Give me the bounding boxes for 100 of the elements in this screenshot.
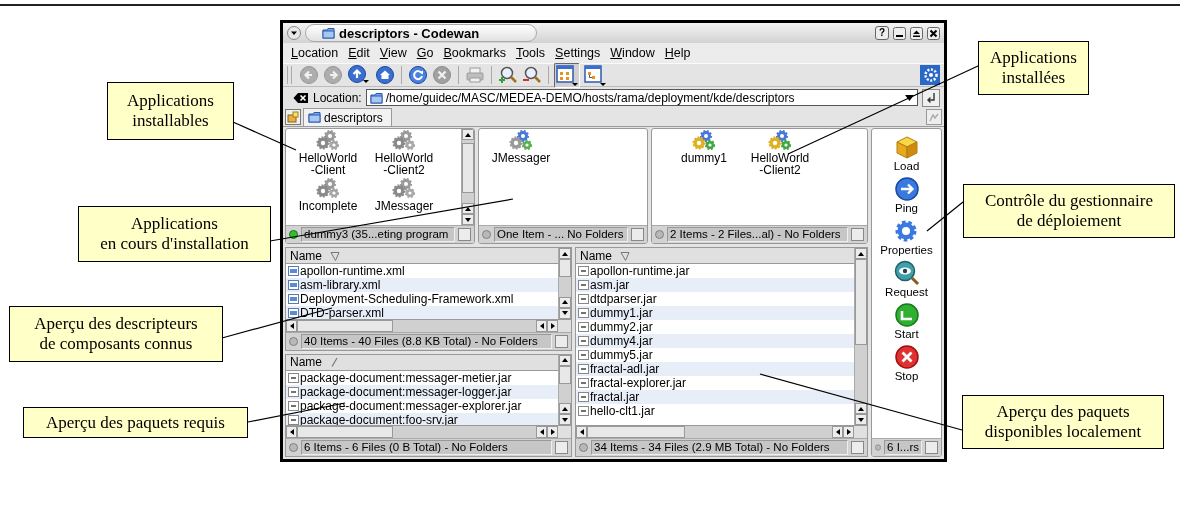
menu-item[interactable]: Tools bbox=[510, 46, 551, 60]
column-header[interactable]: Name bbox=[286, 248, 558, 264]
vertical-scrollbar[interactable] bbox=[558, 248, 571, 319]
scrollbar-corner bbox=[854, 426, 867, 438]
file-row[interactable]: dummy1.jar bbox=[576, 306, 854, 320]
status-text: 34 Items - 34 Files (2.9 MB Total) - No Folders bbox=[591, 440, 848, 455]
app-item[interactable]: HelloWorld -Client2 bbox=[366, 129, 442, 177]
properties-button[interactable]: Properties bbox=[880, 218, 933, 257]
start-button[interactable]: Start bbox=[893, 302, 920, 341]
file-row[interactable]: package-document:messager-metier.jar bbox=[286, 370, 558, 385]
folder-icon bbox=[369, 91, 383, 104]
file-row[interactable]: fractal-adl.jar bbox=[576, 362, 854, 376]
load-button[interactable]: Load bbox=[893, 134, 920, 173]
callout: Aperçu des descripteurs de composants connus bbox=[9, 306, 223, 362]
ping-button[interactable]: Ping bbox=[893, 176, 920, 215]
horizontal-scrollbar[interactable] bbox=[286, 426, 558, 438]
status-text: One Item - ... No Folders bbox=[494, 227, 628, 242]
file-row[interactable]: apollon-runtime.jar bbox=[576, 264, 854, 278]
scrollbar-corner bbox=[558, 426, 571, 438]
close-icon[interactable] bbox=[927, 26, 940, 40]
file-row[interactable]: hello-clt1.jar bbox=[576, 404, 854, 418]
file-row[interactable]: package-document:messager-logger.jar bbox=[286, 384, 558, 399]
file-row[interactable]: apollon-runtime.xml bbox=[286, 264, 558, 278]
scrollbar-corner bbox=[558, 319, 571, 332]
icon-view-icon[interactable] bbox=[554, 62, 580, 88]
file-row[interactable]: dtdparser.jar bbox=[576, 292, 854, 306]
status-text: 40 Items - 40 Files (8.8 KB Total) - No Folders bbox=[301, 333, 552, 349]
file-icon bbox=[288, 385, 299, 398]
logo-icon[interactable] bbox=[920, 65, 940, 85]
reload-icon[interactable] bbox=[407, 64, 429, 86]
menu-item[interactable]: Location bbox=[286, 46, 344, 60]
link-checkbox[interactable] bbox=[555, 441, 568, 454]
file-row[interactable]: fractal-explorer.jar bbox=[576, 376, 854, 390]
app-item[interactable]: dummy1 bbox=[666, 129, 742, 177]
horizontal-scrollbar[interactable] bbox=[576, 426, 854, 438]
location-field[interactable]: /home/guidec/MASC/MEDEA-DEMO/hosts/rama/deployment/kde/descriptors bbox=[365, 89, 918, 106]
vertical-scrollbar[interactable] bbox=[854, 248, 867, 425]
file-row[interactable]: asm.jar bbox=[576, 278, 854, 292]
menu-item[interactable]: Go bbox=[411, 46, 439, 60]
app-item[interactable]: HelloWorld -Client2 bbox=[742, 129, 818, 177]
file-icon bbox=[288, 371, 299, 384]
location-label: Location: bbox=[313, 90, 362, 105]
gears-icon bbox=[391, 177, 417, 199]
callout: Contrôle du gestionnaire de déploiement bbox=[963, 184, 1175, 238]
stop-button[interactable]: Stop bbox=[893, 344, 920, 383]
file-row[interactable]: dummy5.jar bbox=[576, 348, 854, 362]
link-checkbox[interactable] bbox=[851, 441, 864, 454]
app-item[interactable]: JMessager bbox=[366, 177, 442, 225]
clear-field-icon[interactable] bbox=[293, 91, 309, 104]
vertical-scrollbar[interactable] bbox=[461, 129, 474, 225]
status-text: 2 Items - 2 Files...al) - No Folders bbox=[667, 227, 848, 242]
file-icon bbox=[578, 391, 589, 403]
link-checkbox[interactable] bbox=[555, 334, 568, 348]
file-icon bbox=[578, 349, 589, 361]
request-button[interactable]: Request bbox=[885, 260, 928, 299]
app-item[interactable]: JMessager bbox=[483, 129, 559, 177]
column-header[interactable]: Name bbox=[576, 248, 854, 264]
file-row[interactable]: dummy2.jar bbox=[576, 320, 854, 334]
callout: Applications installées bbox=[978, 41, 1089, 95]
file-row[interactable]: fractal.jar bbox=[576, 390, 854, 404]
horizontal-scrollbar[interactable] bbox=[286, 319, 558, 332]
maximize-icon[interactable] bbox=[910, 26, 923, 40]
minimize-icon[interactable] bbox=[893, 26, 906, 40]
dropdown-arrow-icon[interactable] bbox=[905, 94, 914, 101]
file-row[interactable]: Deployment-Scheduling-Framework.xml bbox=[286, 292, 558, 306]
menu-item[interactable]: View bbox=[374, 46, 412, 60]
status-text: 6 I...rs bbox=[884, 440, 922, 455]
file-icon bbox=[288, 265, 299, 277]
home-icon[interactable] bbox=[374, 64, 396, 86]
link-checkbox[interactable] bbox=[458, 228, 471, 241]
menu-item[interactable]: Bookmarks bbox=[438, 46, 511, 60]
file-row[interactable]: dummy4.jar bbox=[576, 334, 854, 348]
vertical-scrollbar[interactable] bbox=[558, 354, 571, 425]
tab[interactable]: descriptors bbox=[303, 108, 392, 126]
app-item[interactable]: Incomplete bbox=[290, 177, 366, 225]
column-header[interactable]: Name bbox=[286, 354, 558, 371]
menu-item[interactable]: Edit bbox=[343, 46, 375, 60]
column-title: Name bbox=[290, 355, 322, 369]
gears-icon bbox=[315, 177, 341, 199]
callout: Applications en cours d'installation bbox=[78, 206, 271, 262]
picture-icon[interactable] bbox=[285, 109, 301, 125]
link-checkbox[interactable] bbox=[925, 441, 938, 454]
menu-item[interactable]: Window bbox=[605, 46, 660, 60]
status-text: dummy3 (35...eting program bbox=[301, 227, 455, 242]
file-icon bbox=[578, 321, 589, 333]
callout: Aperçu des paquets disponibles localement bbox=[962, 395, 1164, 449]
file-row[interactable]: asm-library.xml bbox=[286, 278, 558, 292]
link-checkbox[interactable] bbox=[851, 228, 864, 241]
file-icon bbox=[578, 307, 589, 319]
menu-item[interactable]: Settings bbox=[550, 46, 606, 60]
help-button[interactable]: ? bbox=[875, 26, 889, 40]
app-item[interactable]: HelloWorld -Client bbox=[290, 129, 366, 177]
file-icon bbox=[288, 399, 299, 412]
link-checkbox[interactable] bbox=[631, 228, 644, 241]
folder-icon bbox=[322, 27, 335, 39]
arrow-circle-icon bbox=[893, 176, 920, 202]
menu-item[interactable]: Help bbox=[659, 46, 696, 60]
window-menu-icon[interactable] bbox=[287, 26, 301, 40]
zoom-in-icon[interactable] bbox=[497, 64, 519, 86]
tree-view-icon[interactable] bbox=[582, 62, 608, 88]
